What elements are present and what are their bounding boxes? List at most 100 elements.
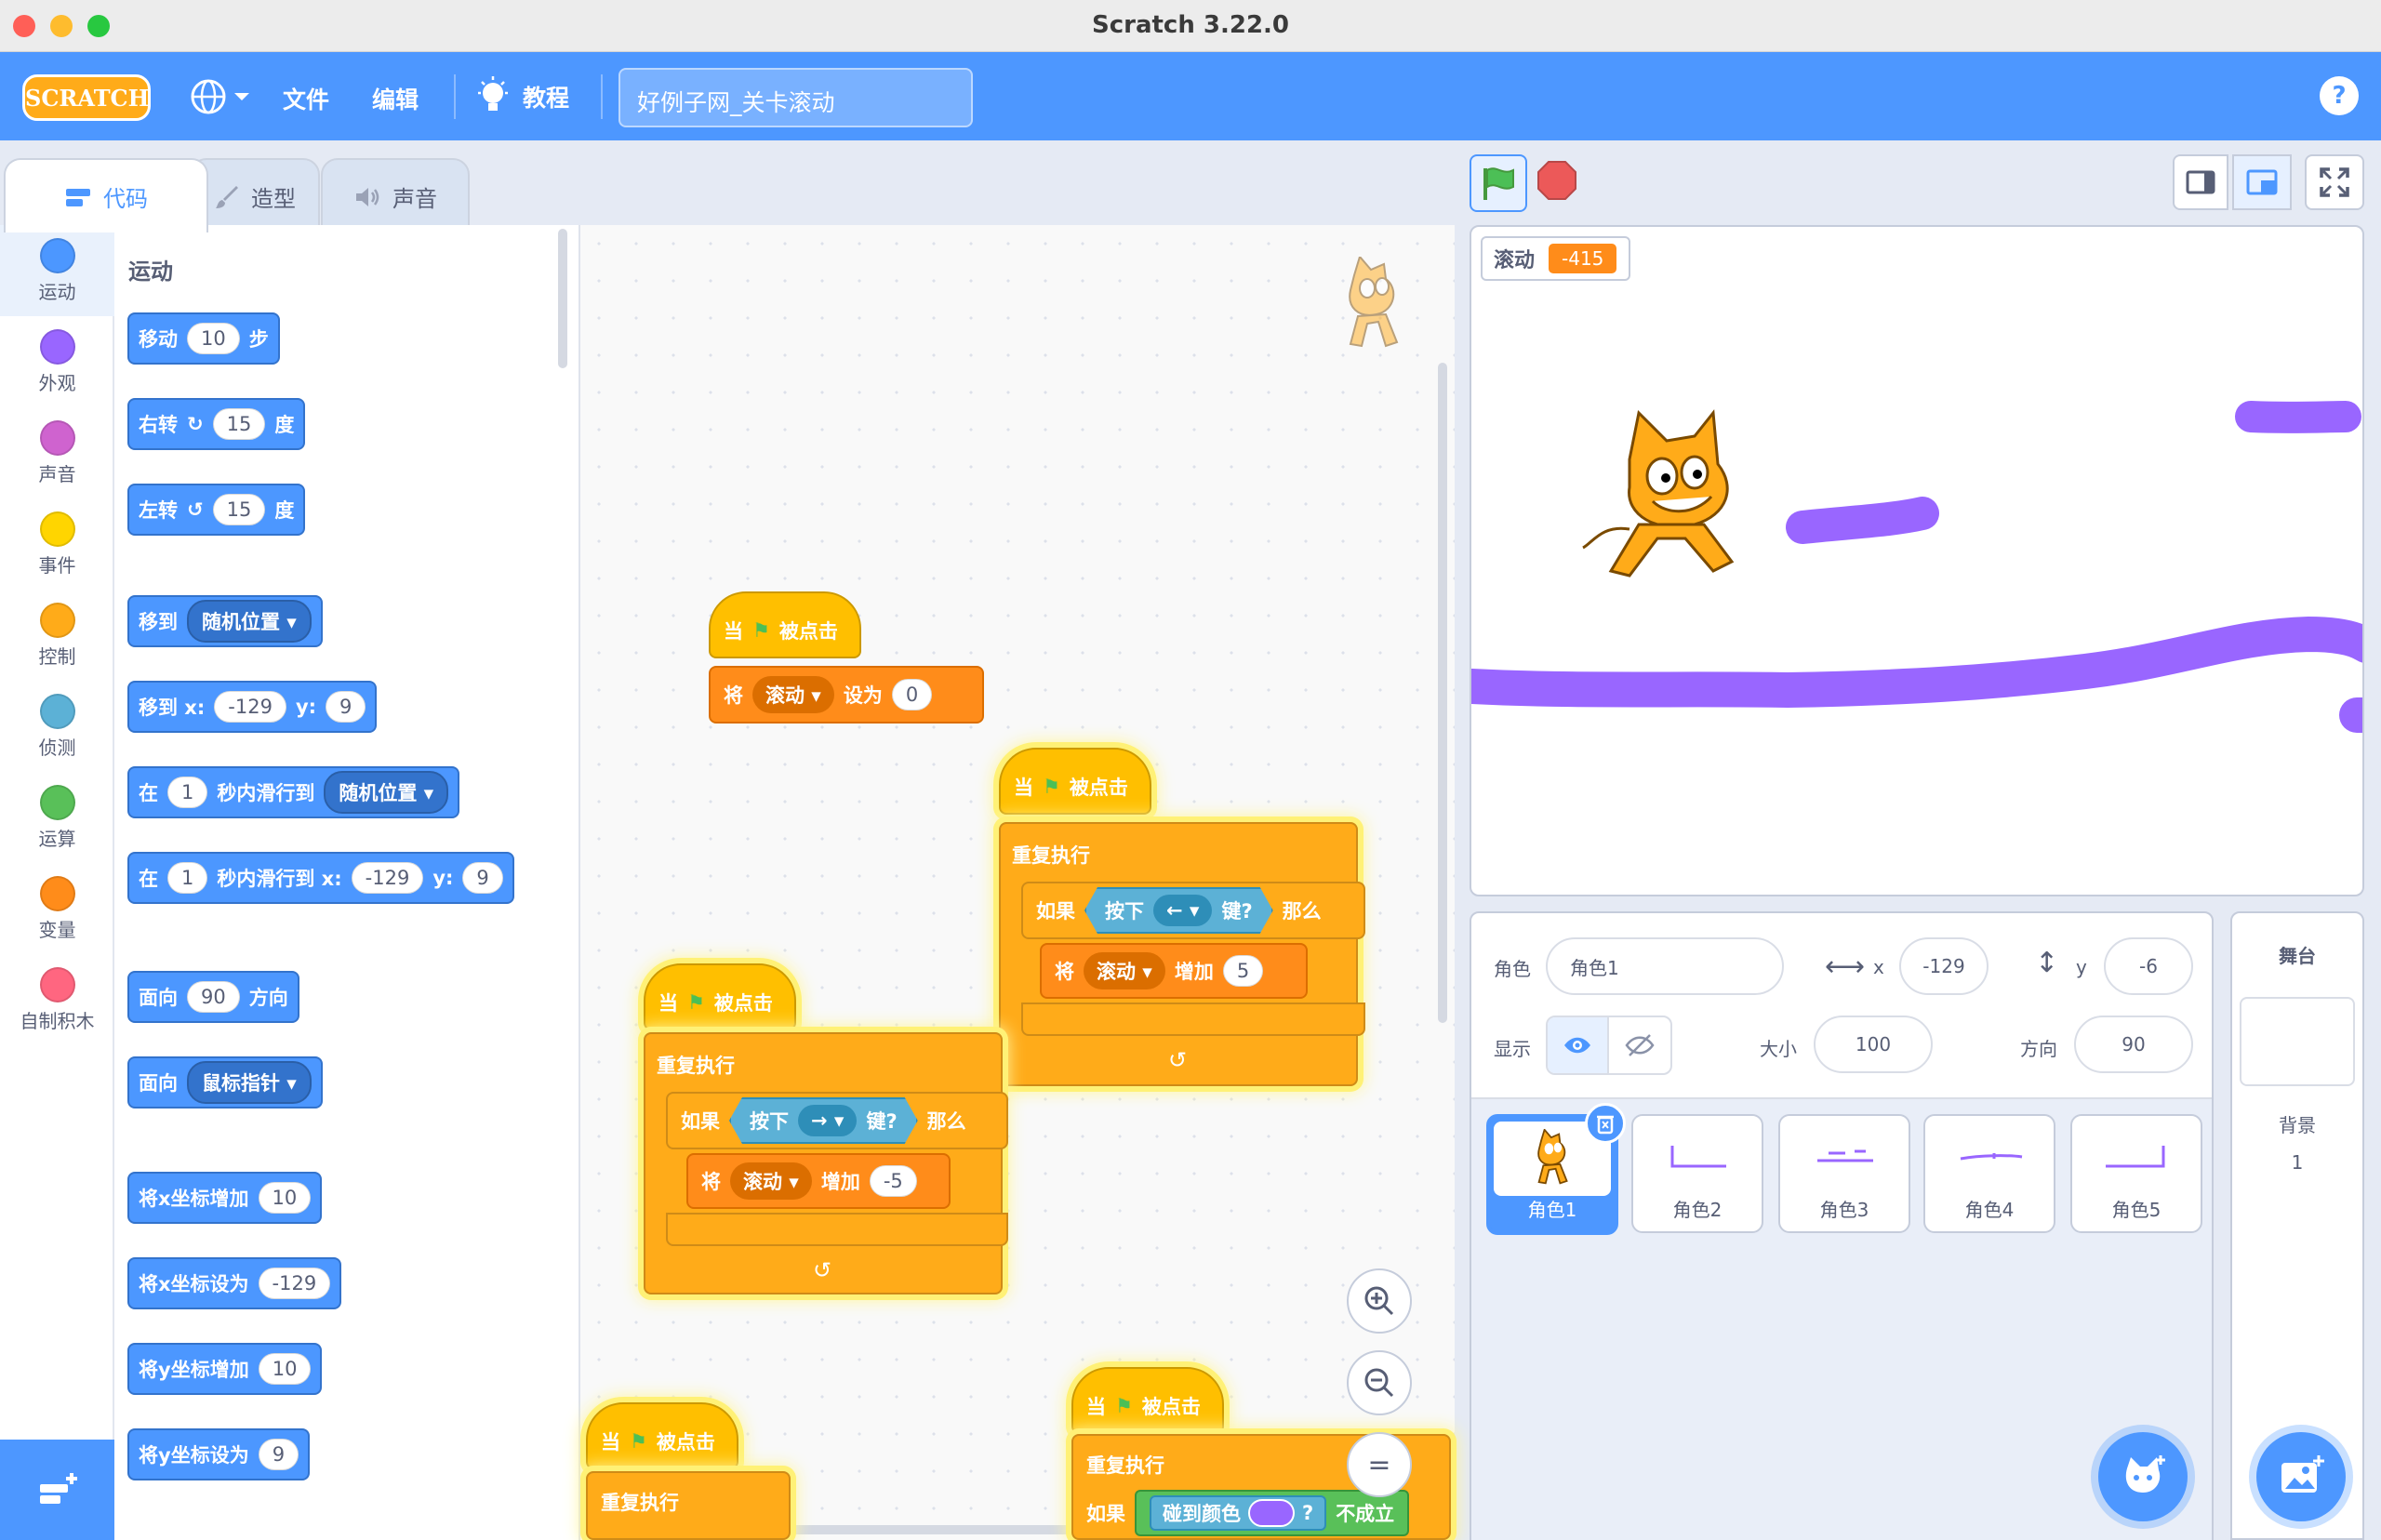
tab-sounds[interactable]: 声音 <box>321 158 470 232</box>
block-move-steps[interactable]: 移动 10 步 <box>127 312 280 365</box>
x-input[interactable]: -129 <box>1899 937 1989 995</box>
secs-input[interactable]: 1 <box>167 862 208 894</box>
goto-target-dropdown[interactable]: 随机位置 ▾ <box>187 600 312 643</box>
category-my-blocks[interactable]: 自制积木 <box>0 954 114 1045</box>
block-forever[interactable]: 重复执行 <box>586 1471 791 1540</box>
category-events[interactable]: 事件 <box>0 498 114 590</box>
block-goto[interactable]: 移到 随机位置 ▾ <box>127 595 323 647</box>
sprite-name-input[interactable]: 角色1 <box>1546 937 1784 995</box>
y-input[interactable]: -6 <box>2104 937 2193 995</box>
block-change-x[interactable]: 将x坐标增加 10 <box>127 1172 323 1224</box>
block-if[interactable]: 如果 碰到颜色? 不成立 <box>1086 1490 1410 1536</box>
cat-sprite[interactable] <box>1574 385 1760 580</box>
block-if[interactable]: 如果 按下 → ▾ 键? 那么 <box>666 1092 1008 1149</box>
category-sound[interactable]: 声音 <box>0 407 114 498</box>
y-input[interactable]: 9 <box>326 691 366 723</box>
hat-when-flag-clicked[interactable]: 当 ⚑ 被点击 <box>644 963 796 1030</box>
fullscreen-button[interactable] <box>2305 154 2364 210</box>
block-not[interactable]: 碰到颜色? 不成立 <box>1135 1490 1410 1536</box>
show-sprite-button[interactable] <box>1548 1017 1610 1073</box>
scratch-logo[interactable]: SCRATCH <box>22 74 151 121</box>
palette-scrollbar[interactable] <box>558 229 567 368</box>
language-menu[interactable] <box>188 76 253 117</box>
dx-input[interactable]: 10 <box>258 1182 312 1214</box>
variable-dropdown[interactable]: 滚动 ▾ <box>730 1162 812 1200</box>
delete-sprite-button[interactable] <box>1585 1103 1626 1144</box>
block-glide-xy[interactable]: 在 1 秒内滑行到 x: -129 y: 9 <box>127 852 514 904</box>
y-input[interactable]: 9 <box>462 862 503 894</box>
block-set-variable[interactable]: 将滚动 ▾ 设为 0 <box>709 666 984 724</box>
key-dropdown[interactable]: ← ▾ <box>1153 895 1212 926</box>
direction-input[interactable]: 90 <box>2074 1016 2193 1073</box>
x-input[interactable]: -129 <box>351 862 424 894</box>
help-button[interactable]: ? <box>2320 76 2359 115</box>
sprite-thumb-4[interactable]: 角色4 <box>1923 1114 2055 1233</box>
block-point-direction[interactable]: 面向 90 方向 <box>127 971 299 1023</box>
direction-input[interactable]: 90 <box>187 981 240 1013</box>
small-stage-button[interactable] <box>2173 154 2228 210</box>
key-dropdown[interactable]: → ▾ <box>798 1105 857 1136</box>
value-input[interactable]: 5 <box>1222 955 1264 987</box>
zoom-reset-button[interactable]: = <box>1347 1432 1412 1497</box>
hide-sprite-button[interactable] <box>1609 1017 1670 1073</box>
block-key-pressed[interactable]: 按下 ← ▾ 键? <box>1084 887 1273 934</box>
block-set-x[interactable]: 将x坐标设为 -129 <box>127 1257 342 1309</box>
stage-canvas[interactable]: 滚动 -415 <box>1470 225 2364 896</box>
tab-costumes[interactable]: 造型 <box>190 158 320 232</box>
choose-sprite-button[interactable] <box>2098 1432 2188 1521</box>
block-point-towards[interactable]: 面向 鼠标指针 ▾ <box>127 1056 323 1109</box>
glide-target-dropdown[interactable]: 随机位置 ▾ <box>324 771 449 814</box>
secs-input[interactable]: 1 <box>167 777 208 808</box>
block-set-y[interactable]: 将y坐标设为 9 <box>127 1428 311 1480</box>
block-forever[interactable]: 重复执行 如果 按下 ← ▾ 键? 那么 将滚动 ▾ 增加 5 ↺ <box>999 822 1365 1086</box>
sprite-thumb-3[interactable]: 角色3 <box>1778 1114 1910 1233</box>
hat-when-flag-clicked[interactable]: 当 ⚑ 被点击 <box>586 1402 738 1469</box>
project-title-input[interactable]: 好例子网_关卡滚动 <box>619 68 973 127</box>
degrees-input[interactable]: 15 <box>212 408 266 440</box>
size-input[interactable]: 100 <box>1814 1016 1933 1073</box>
x-input[interactable]: -129 <box>258 1268 331 1299</box>
stop-button[interactable] <box>1536 160 1577 201</box>
y-input[interactable]: 9 <box>258 1439 299 1470</box>
block-change-y[interactable]: 将y坐标增加 10 <box>127 1343 323 1395</box>
steps-input[interactable]: 10 <box>187 323 240 354</box>
category-looks[interactable]: 外观 <box>0 316 114 407</box>
color-picker-swatch[interactable] <box>1248 1499 1295 1527</box>
hat-when-flag-clicked[interactable]: 当 ⚑ 被点击 <box>1071 1367 1224 1434</box>
file-menu[interactable]: 文件 <box>283 82 329 115</box>
block-goto-xy[interactable]: 移到 x: -129 y: 9 <box>127 681 378 733</box>
sprite-thumb-5[interactable]: 角色5 <box>2070 1114 2202 1233</box>
backdrop-thumbnail[interactable] <box>2240 997 2355 1086</box>
block-touching-color[interactable]: 碰到颜色? <box>1150 1495 1327 1531</box>
block-turn-right[interactable]: 右转 ↻ 15 度 <box>127 398 306 450</box>
towards-dropdown[interactable]: 鼠标指针 ▾ <box>187 1061 312 1104</box>
category-control[interactable]: 控制 <box>0 590 114 681</box>
degrees-input[interactable]: 15 <box>212 494 266 525</box>
category-operators[interactable]: 运算 <box>0 772 114 863</box>
tutorials-button[interactable]: 教程 <box>476 74 625 119</box>
zoom-in-button[interactable] <box>1347 1268 1412 1334</box>
x-input[interactable]: -129 <box>214 691 286 723</box>
value-input[interactable]: -5 <box>869 1165 917 1197</box>
category-sensing[interactable]: 侦测 <box>0 681 114 772</box>
block-turn-left[interactable]: 左转 ↺ 15 度 <box>127 484 306 536</box>
variable-dropdown[interactable]: 滚动 ▾ <box>752 676 834 713</box>
block-change-variable[interactable]: 将滚动 ▾ 增加 5 <box>1040 943 1308 999</box>
sprite-thumb-2[interactable]: 角色2 <box>1631 1114 1763 1233</box>
category-variables[interactable]: 变量 <box>0 863 114 954</box>
value-input[interactable]: 0 <box>891 679 933 710</box>
variable-dropdown[interactable]: 滚动 ▾ <box>1084 952 1165 989</box>
workspace-v-scrollbar[interactable] <box>1438 363 1447 1023</box>
hat-when-flag-clicked[interactable]: 当 ⚑ 被点击 <box>999 748 1151 815</box>
block-if[interactable]: 如果 按下 ← ▾ 键? 那么 <box>1021 882 1365 939</box>
tab-code[interactable]: 代码 <box>4 158 208 232</box>
normal-stage-button[interactable] <box>2232 154 2292 210</box>
green-flag-button[interactable] <box>1470 154 1527 212</box>
zoom-out-button[interactable] <box>1347 1350 1412 1415</box>
edit-menu[interactable]: 编辑 <box>372 82 419 115</box>
category-motion[interactable]: 运动 <box>0 225 114 316</box>
choose-backdrop-button[interactable] <box>2256 1432 2346 1521</box>
block-forever[interactable]: 重复执行 如果 按下 → ▾ 键? 那么 将滚动 ▾ 增加 -5 ↺ <box>644 1032 1008 1294</box>
dy-input[interactable]: 10 <box>258 1353 312 1385</box>
hat-when-flag-clicked[interactable]: 当 ⚑ 被点击 <box>709 591 861 658</box>
